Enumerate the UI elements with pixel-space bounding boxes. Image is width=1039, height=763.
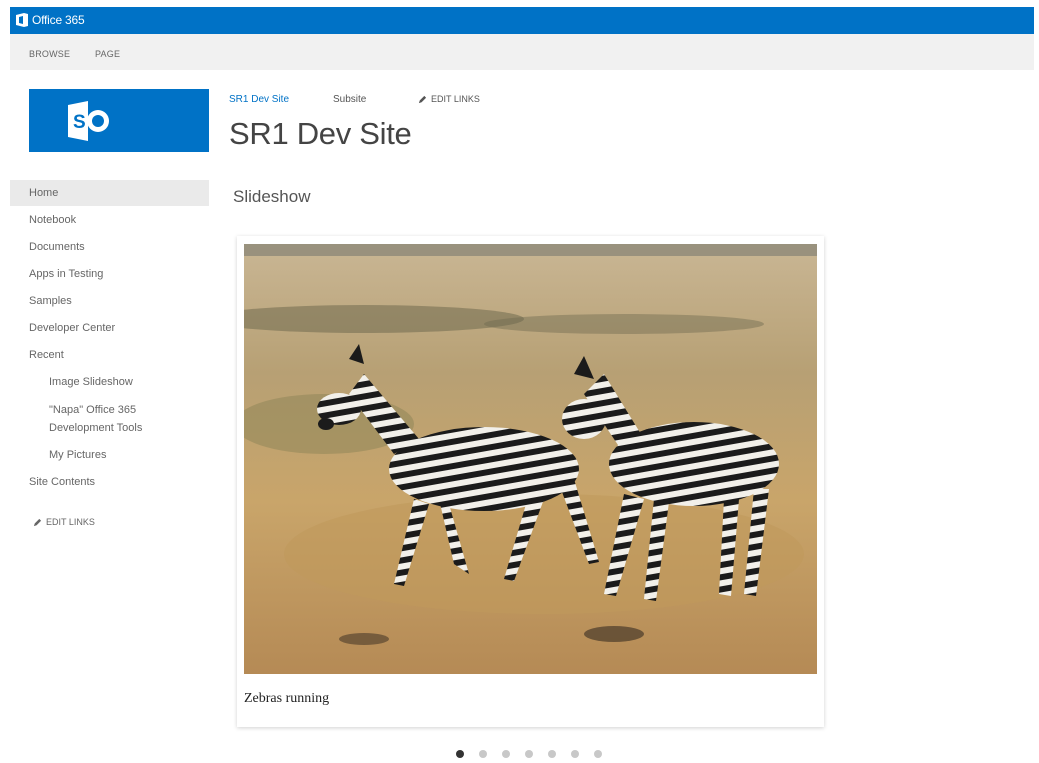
svg-text:S: S xyxy=(73,112,86,133)
sharepoint-logo[interactable]: S xyxy=(29,89,209,152)
sharepoint-icon: S xyxy=(68,101,109,141)
pager-dot[interactable] xyxy=(479,750,487,758)
topnav-edit-links[interactable]: EDIT LINKS xyxy=(418,94,480,104)
left-nav-item-recent[interactable]: Recent xyxy=(29,349,64,361)
left-nav-subitem-my-pictures[interactable]: My Pictures xyxy=(49,449,106,461)
pencil-icon xyxy=(418,96,427,104)
suite-title[interactable]: Office 365 xyxy=(32,13,85,27)
slideshow-section-title: Slideshow xyxy=(233,187,311,206)
topnav-site-link[interactable]: SR1 Dev Site xyxy=(229,94,289,105)
ribbon: BROWSE PAGE xyxy=(10,34,1034,70)
left-nav-item-site-contents[interactable]: Site Contents xyxy=(29,476,95,488)
ribbon-tab-page[interactable]: PAGE xyxy=(95,49,120,59)
left-nav-item-samples[interactable]: Samples xyxy=(29,295,72,307)
zebras-photo[interactable] xyxy=(244,244,817,674)
pager-dot[interactable] xyxy=(594,750,602,758)
left-nav-edit-links-label: EDIT LINKS xyxy=(46,517,95,527)
pager-dot[interactable] xyxy=(502,750,510,758)
page-title: SR1 Dev Site xyxy=(229,116,412,151)
slideshow-card: Zebras running xyxy=(237,236,824,727)
pager-dot[interactable] xyxy=(548,750,556,758)
left-nav-subitem-napa-line2[interactable]: Development Tools xyxy=(49,422,142,434)
pager-dot[interactable] xyxy=(525,750,533,758)
suite-bar: Office 365 xyxy=(10,7,1034,34)
left-nav-edit-links[interactable]: EDIT LINKS xyxy=(33,517,95,527)
left-nav-item-developer-center[interactable]: Developer Center xyxy=(29,322,115,334)
topnav-subsite-link[interactable]: Subsite xyxy=(333,94,366,105)
left-nav-item-notebook[interactable]: Notebook xyxy=(29,214,76,226)
slide-caption: Zebras running xyxy=(244,691,330,706)
pager-dot[interactable] xyxy=(456,750,464,758)
ribbon-tab-browse[interactable]: BROWSE xyxy=(29,49,70,59)
left-nav-subitem-image-slideshow[interactable]: Image Slideshow xyxy=(49,376,133,388)
left-nav-item-home[interactable]: Home xyxy=(29,187,58,199)
left-nav-item-documents[interactable]: Documents xyxy=(29,241,85,253)
topnav-edit-links-label: EDIT LINKS xyxy=(431,94,480,104)
pencil-icon xyxy=(33,519,42,527)
pager-dot[interactable] xyxy=(571,750,579,758)
slideshow-pager xyxy=(456,750,616,760)
left-nav-item-apps-in-testing[interactable]: Apps in Testing xyxy=(29,268,103,280)
left-nav-subitem-napa-line1[interactable]: "Napa" Office 365 xyxy=(49,404,136,416)
office-logo-icon[interactable] xyxy=(16,13,28,27)
